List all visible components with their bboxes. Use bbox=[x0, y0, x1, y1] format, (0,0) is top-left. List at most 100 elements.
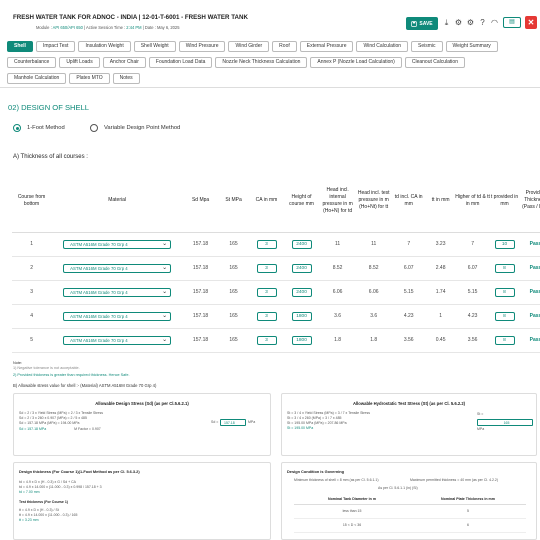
close-button[interactable]: ✕ bbox=[525, 16, 537, 29]
max-thickness: Maximum permitted thickness = 40 mm (as … bbox=[410, 478, 499, 482]
tab-insulation-weight[interactable]: Insulation Weight bbox=[78, 41, 131, 52]
tab-foundation-load-data[interactable]: Foundation Load Data bbox=[148, 57, 213, 68]
cell-ca: 3 bbox=[249, 304, 285, 329]
cell-course: 4 bbox=[12, 304, 52, 329]
cell-tt: 1 bbox=[426, 304, 456, 329]
tab-uplift-loads[interactable]: Uplift Loads bbox=[59, 57, 100, 68]
material-select[interactable]: ASTM A516M Grade 70 Grp 4 bbox=[63, 311, 172, 321]
result-badge: Pass bbox=[529, 337, 540, 343]
tab-wind-calculation[interactable]: Wind Calculation bbox=[356, 41, 409, 52]
st-label: St = bbox=[477, 412, 484, 416]
ca-input[interactable]: 3 bbox=[256, 335, 277, 345]
card-title: Design thickness (For Course 1)(1-Foot M… bbox=[19, 469, 140, 474]
radio-1-foot-method[interactable]: 1-Foot Method bbox=[13, 124, 65, 132]
height-input[interactable]: 1800 bbox=[291, 335, 312, 345]
tab-external-pressure[interactable]: External Pressure bbox=[299, 41, 354, 52]
card-title: Allowable Design Stress (Sd) (as per Cl.… bbox=[95, 401, 189, 406]
cell-sd: 157.18 bbox=[183, 280, 219, 305]
nominal-thickness-table: Nominal Tank Diameter in m Nominal Plate … bbox=[294, 494, 526, 533]
height-input[interactable]: 2400 bbox=[291, 239, 312, 249]
tab-impact-test[interactable]: Impact Test bbox=[35, 41, 76, 52]
tab-annex-p-nozzle-load-calculation[interactable]: Annex P (Nozzle Load Calculation) bbox=[310, 57, 402, 68]
governing-condition-card: Design Condition is Governing Minimum th… bbox=[281, 462, 537, 540]
cell-height: 2400 bbox=[284, 256, 320, 281]
tab-shell-weight[interactable]: Shell Weight bbox=[133, 41, 176, 52]
ca-input[interactable]: 3 bbox=[256, 287, 277, 297]
note-1: 1) Negative tolerance is not acceptable. bbox=[13, 366, 80, 370]
height-input[interactable]: 1800 bbox=[291, 311, 312, 321]
column-header: tt in mm bbox=[426, 170, 456, 233]
tab-manhole-calculation[interactable]: Manhole Calculation bbox=[7, 73, 67, 84]
column-header: Provided Thickness (Pass / Fail) bbox=[518, 170, 540, 233]
design-thickness-card: Design thickness (For Course 1)(1-Foot M… bbox=[13, 462, 271, 540]
card-title: Allowable Hydrostatic Test Stress (St) (… bbox=[352, 401, 466, 406]
cell-material: ASTM A516M Grade 70 Grp 4 bbox=[51, 256, 184, 281]
column-header: St MPa bbox=[218, 170, 249, 233]
cell-head_tt: 8.52 bbox=[356, 256, 392, 281]
t_prov-input[interactable]: 8 bbox=[494, 263, 515, 273]
tab-notes[interactable]: Notes bbox=[112, 73, 140, 84]
tab-anchor-chair[interactable]: Anchor Chair bbox=[102, 57, 146, 68]
tab-nozzle-neck-thickness-calculation[interactable]: Nozzle Neck Thickness Calculation bbox=[215, 57, 308, 68]
cell-head_td: 8.52 bbox=[319, 256, 357, 281]
t_prov-input[interactable]: 8 bbox=[494, 287, 515, 297]
t_prov-input[interactable]: 10 bbox=[494, 239, 515, 249]
cell-ca: 3 bbox=[249, 280, 285, 305]
height-input[interactable]: 2400 bbox=[291, 263, 312, 273]
cell-height: 2400 bbox=[284, 280, 320, 305]
card-title: Design Condition is Governing bbox=[287, 469, 345, 474]
tab-shell[interactable]: Shell bbox=[7, 41, 33, 52]
st-input[interactable]: 165 bbox=[477, 419, 533, 426]
cell-tt: 1.74 bbox=[426, 280, 456, 305]
cell-material: ASTM A516M Grade 70 Grp 4 bbox=[51, 280, 184, 305]
sd-input[interactable]: 157.18 bbox=[220, 419, 246, 426]
ca-input[interactable]: 3 bbox=[256, 311, 277, 321]
card-formula: Sd = 2 / 3 x Yield Stress (MPa) = 2 / 3 … bbox=[19, 411, 103, 431]
column-header: t provided in mm bbox=[490, 170, 519, 233]
note-2: 2) Provided thickness is greater than re… bbox=[13, 373, 130, 377]
mini-row: less than 15 5 bbox=[294, 504, 526, 519]
settings-icon[interactable]: ⚙ bbox=[466, 17, 475, 28]
ca-input[interactable]: 3 bbox=[256, 239, 277, 249]
cell-course: 5 bbox=[12, 328, 52, 353]
cell-sd: 157.18 bbox=[183, 232, 219, 257]
cell-sd: 157.18 bbox=[183, 256, 219, 281]
cell-sd: 157.18 bbox=[183, 328, 219, 353]
cell-higher: 3.56 bbox=[455, 328, 491, 353]
download-icon[interactable]: ⤓ bbox=[442, 17, 451, 28]
tab-plates-mto[interactable]: Plates MTO bbox=[69, 73, 110, 84]
tab-wind-pressure[interactable]: Wind Pressure bbox=[178, 41, 226, 52]
notes: Note: 1) Negative tolerance is not accep… bbox=[13, 361, 130, 378]
height-input[interactable]: 2400 bbox=[291, 287, 312, 297]
allowable-title: B) Allowable stress value for shell :- (… bbox=[13, 383, 157, 388]
tab-counterbalance[interactable]: Counterbalance bbox=[7, 57, 57, 68]
ca-input[interactable]: 3 bbox=[256, 263, 277, 273]
material-select[interactable]: ASTM A516M Grade 70 Grp 4 bbox=[63, 263, 172, 273]
tab-wind-girder[interactable]: Wind Girder bbox=[228, 41, 270, 52]
radio-variable-design-point[interactable]: Variable Design Point Method bbox=[90, 124, 180, 132]
cell-higher: 7 bbox=[455, 232, 491, 257]
gear-icon[interactable]: ⚙ bbox=[454, 17, 463, 28]
column-header: Head incl. internal pressure in m (Ho+N)… bbox=[319, 170, 357, 233]
t_prov-input[interactable]: 8 bbox=[494, 335, 515, 345]
result-badge: Pass bbox=[529, 265, 540, 271]
tab-weight-summary[interactable]: Weight Summary bbox=[445, 41, 498, 52]
report-icon[interactable]: ▤ bbox=[503, 17, 521, 28]
result-badge: Pass bbox=[529, 289, 540, 295]
cell-t_prov: 8 bbox=[490, 304, 519, 329]
card-formula: St = 3 / 4 x Yield Stress (MPa) = 3 / 7 … bbox=[287, 411, 370, 430]
material-select[interactable]: ASTM A516M Grade 70 Grp 4 bbox=[63, 335, 172, 345]
tab-roof[interactable]: Roof bbox=[272, 41, 297, 52]
help-icon[interactable]: ? bbox=[478, 17, 487, 28]
tab-cleanout-calculation[interactable]: Cleanout Calculation bbox=[404, 57, 465, 68]
material-select[interactable]: ASTM A516M Grade 70 Grp 4 bbox=[63, 239, 172, 249]
tab-seismic[interactable]: Seismic bbox=[411, 41, 443, 52]
headset-icon[interactable]: ◠ bbox=[490, 17, 499, 28]
section-heading: 02) DESIGN OF SHELL bbox=[8, 103, 90, 112]
cell-ca: 3 bbox=[249, 256, 285, 281]
table-row: 2 ASTM A516M Grade 70 Grp 4 157.18165 3 2400… bbox=[12, 256, 540, 281]
save-button[interactable]: SAVE bbox=[406, 17, 438, 30]
tab-row-3: Manhole Calculation Plates MTO Notes bbox=[7, 73, 140, 84]
t_prov-input[interactable]: 8 bbox=[494, 311, 515, 321]
material-select[interactable]: ASTM A516M Grade 70 Grp 4 bbox=[63, 287, 172, 297]
